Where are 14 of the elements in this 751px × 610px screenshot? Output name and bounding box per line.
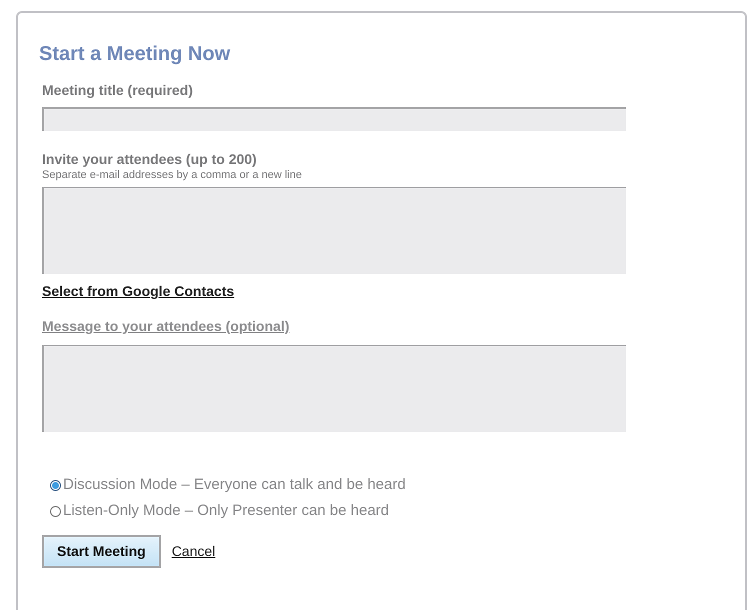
start-meeting-button[interactable]: Start Meeting	[42, 535, 161, 568]
message-field[interactable]	[42, 345, 626, 432]
form-title: Start a Meeting Now	[39, 42, 232, 66]
attendees-field[interactable]	[42, 187, 626, 274]
radio-button[interactable]	[50, 480, 61, 490]
contacts-link[interactable]: Select from Google Contacts	[42, 283, 234, 299]
field-label: Invite your attendees (up to 200)	[42, 150, 258, 168]
field-hint: Separate e-mail addresses by a comma or a new line	[42, 168, 303, 182]
radio-label: Discussion Mode – Everyone can talk and be heard	[63, 475, 406, 495]
field-label: Meeting title (required)	[42, 81, 194, 99]
radio-label: Listen-Only Mode – Only Presenter can be heard	[63, 501, 390, 521]
meeting-title-field[interactable]	[42, 107, 626, 131]
radio-button[interactable]	[50, 506, 61, 516]
cancel-link[interactable]: Cancel	[172, 541, 216, 562]
